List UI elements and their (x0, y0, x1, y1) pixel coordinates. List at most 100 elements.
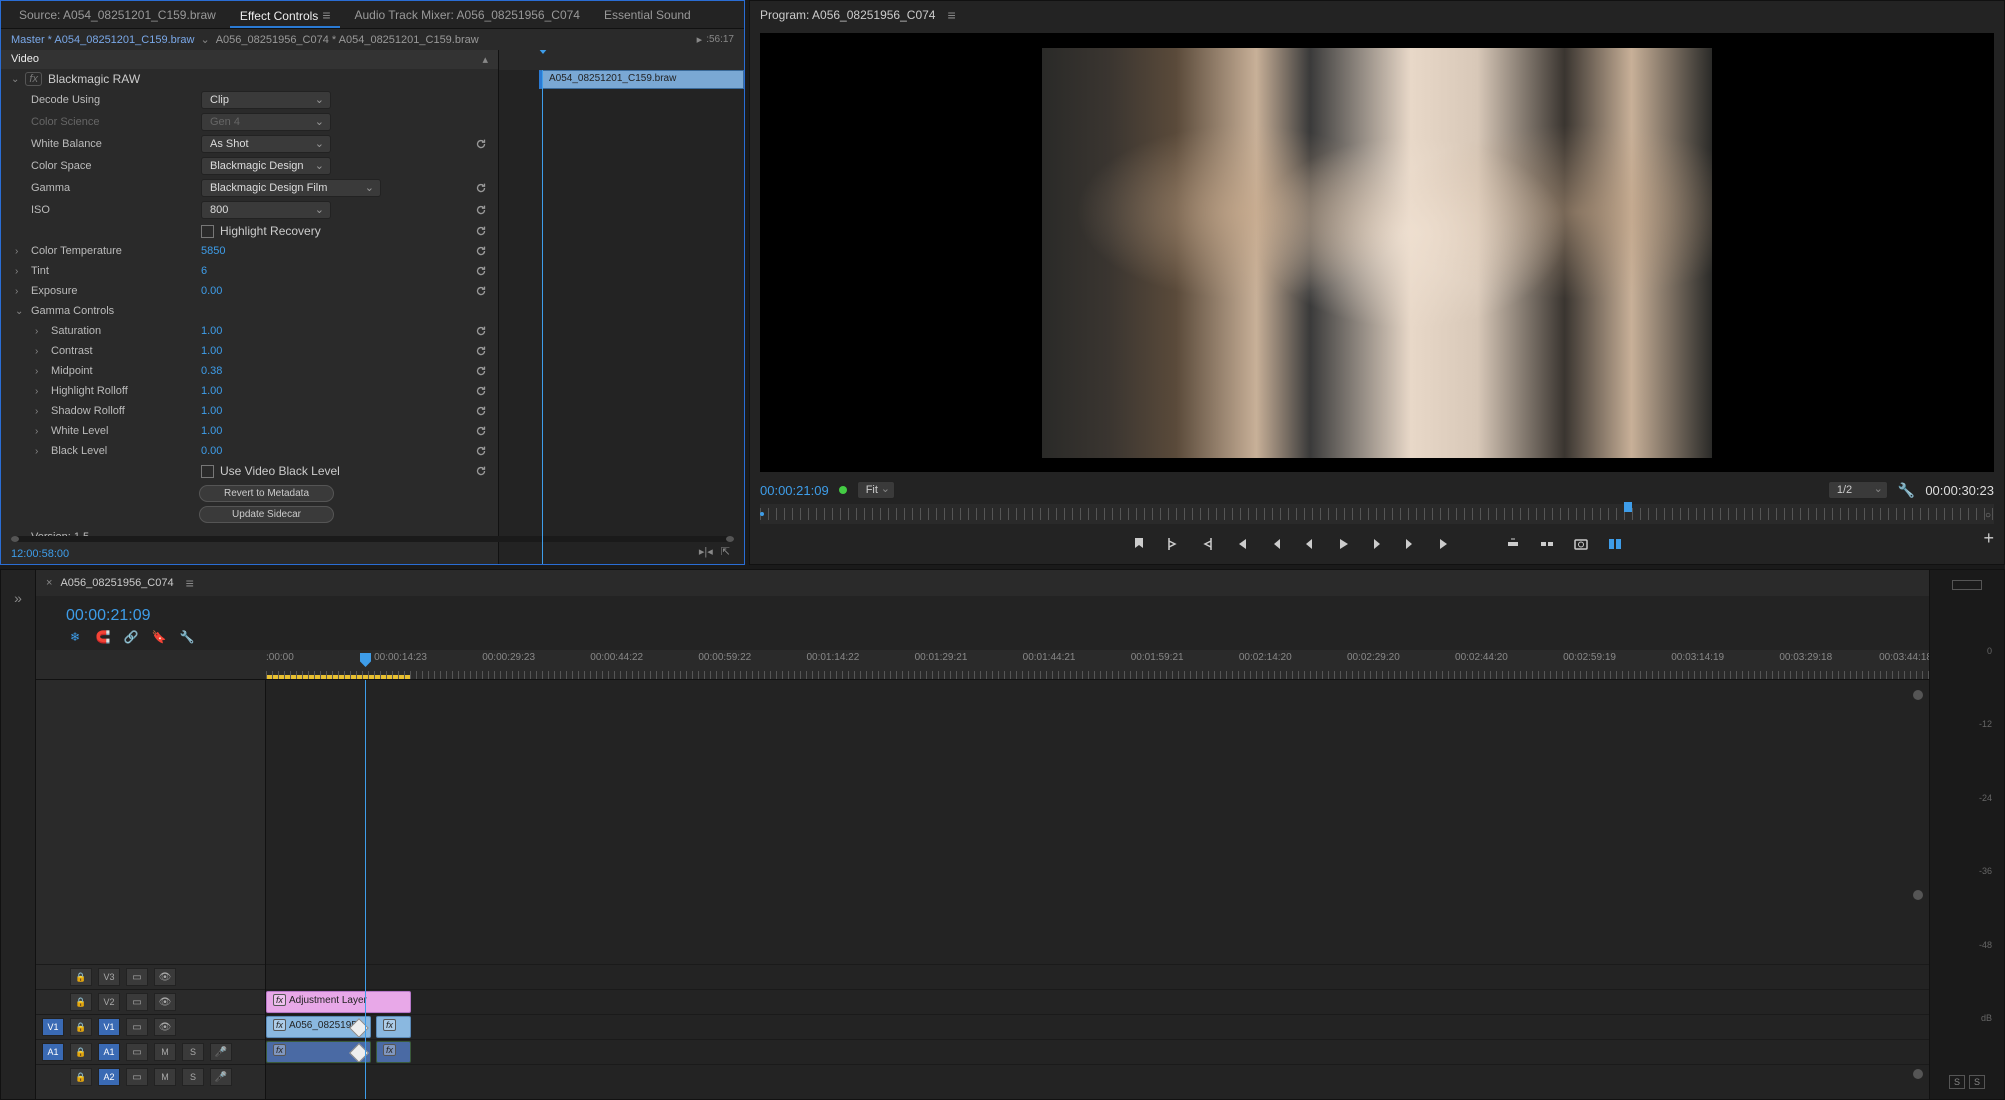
panel-menu-icon[interactable]: ≡ (186, 575, 194, 591)
extract-button[interactable] (1537, 534, 1557, 554)
master-path[interactable]: Master * A054_08251201_C159.braw (11, 34, 194, 46)
clip-audio[interactable]: fx (266, 1041, 371, 1063)
tab-audio-mixer[interactable]: Audio Track Mixer: A056_08251956_C074 (344, 4, 590, 26)
panel-menu-icon[interactable]: ≡ (322, 7, 330, 23)
track-header-a2[interactable]: 🔒 A2 ▭ M S 🎤 (36, 1064, 265, 1089)
pin-icon[interactable]: ⇱ (721, 545, 730, 558)
color-space-dropdown[interactable]: Blackmagic Design (201, 157, 331, 175)
reset-button[interactable] (474, 464, 488, 478)
mute-button[interactable]: M (154, 1043, 176, 1061)
source-v1-button[interactable]: V1 (42, 1018, 64, 1036)
mute-button[interactable]: M (154, 1068, 176, 1086)
mark-out-button[interactable] (1197, 534, 1217, 554)
effect-clip-strip[interactable]: A054_08251201_C159.braw (539, 70, 744, 89)
snap-icon[interactable]: 🧲 (94, 628, 112, 646)
scrubber-end-icon[interactable]: ○ (1985, 510, 1991, 521)
track-header-v3[interactable]: 🔒 V3 ▭ 👁 (36, 964, 265, 989)
close-tab-icon[interactable]: × (46, 577, 52, 589)
track-v3-lane[interactable] (266, 964, 1929, 989)
clip-video[interactable]: fxA056_08251956 (266, 1016, 371, 1038)
track-a2-lane[interactable] (266, 1064, 1929, 1089)
step-fwd-button[interactable] (1401, 534, 1421, 554)
saturation-value[interactable]: 1.00 (201, 325, 488, 337)
highlight-recovery-checkbox[interactable] (201, 225, 214, 238)
param-gamma-controls[interactable]: ⌄ Gamma Controls (1, 301, 498, 321)
scroll-handle[interactable] (11, 536, 19, 542)
eye-icon[interactable]: 👁 (154, 968, 176, 986)
shadow-rolloff-value[interactable]: 1.00 (201, 405, 488, 417)
effect-playhead-icon[interactable] (539, 50, 547, 54)
track-header-v2[interactable]: 🔒 V2 ▭ 👁 (36, 989, 265, 1014)
twirl-icon[interactable]: ⌄ (15, 306, 23, 317)
solo-right-button[interactable]: S (1969, 1075, 1985, 1089)
reset-button[interactable] (474, 181, 488, 195)
solo-button[interactable]: S (182, 1043, 204, 1061)
expand-icon[interactable]: › (15, 246, 18, 257)
tint-value[interactable]: 6 (201, 265, 488, 277)
frame-back-button[interactable] (1299, 534, 1319, 554)
reset-button[interactable] (474, 224, 488, 238)
clip-adjustment-layer[interactable]: fxAdjustment Layer (266, 991, 411, 1013)
track-label[interactable]: A1 (98, 1043, 120, 1061)
collapse-icon[interactable]: ▴ (482, 53, 488, 66)
color-temp-value[interactable]: 5850 (201, 245, 488, 257)
sync-lock-icon[interactable]: ▭ (126, 968, 148, 986)
expand-icon[interactable]: › (35, 446, 38, 457)
contrast-value[interactable]: 1.00 (201, 345, 488, 357)
vscroll-handle[interactable] (1913, 690, 1923, 700)
lock-icon[interactable]: 🔒 (70, 1018, 92, 1036)
reset-button[interactable] (474, 344, 488, 358)
use-video-black-checkbox[interactable] (201, 465, 214, 478)
program-duration[interactable]: 00:00:30:23 (1925, 483, 1994, 498)
reset-button[interactable] (474, 384, 488, 398)
eye-icon[interactable]: 👁 (154, 1018, 176, 1036)
sync-lock-icon[interactable]: ▭ (126, 1068, 148, 1086)
zoom-fit-dropdown[interactable]: Fit (857, 481, 895, 499)
reset-button[interactable] (474, 203, 488, 217)
tab-source[interactable]: Source: A054_08251201_C159.braw (9, 4, 226, 26)
clip-audio-2[interactable]: fx (376, 1041, 411, 1063)
scrubber-start-icon[interactable] (760, 512, 764, 516)
resolution-dropdown[interactable]: 1/2 (1828, 481, 1888, 499)
midpoint-value[interactable]: 0.38 (201, 365, 488, 377)
panel-menu-icon[interactable]: ≡ (947, 7, 955, 23)
iso-dropdown[interactable]: 800 (201, 201, 331, 219)
lock-icon[interactable]: 🔒 (70, 968, 92, 986)
mark-in-button[interactable] (1163, 534, 1183, 554)
add-button[interactable]: + (1983, 528, 1994, 549)
reset-button[interactable] (474, 159, 488, 173)
eye-icon[interactable]: 👁 (154, 993, 176, 1011)
track-label[interactable]: V1 (98, 1018, 120, 1036)
program-title[interactable]: Program: A056_08251956_C074 (760, 8, 935, 22)
reset-button[interactable] (474, 444, 488, 458)
video-section-header[interactable]: Video ▴ (1, 50, 498, 69)
sync-lock-icon[interactable]: ▭ (126, 1043, 148, 1061)
chevron-down-icon[interactable]: ⌄ (200, 33, 209, 46)
scrubber-playhead-icon[interactable] (1624, 502, 1632, 512)
update-sidecar-button[interactable]: Update Sidecar (199, 506, 334, 523)
program-monitor[interactable] (760, 33, 1994, 472)
vscroll-handle[interactable] (1913, 890, 1923, 900)
sequence-tab[interactable]: × A056_08251956_C074 ≡ (36, 570, 1929, 596)
reset-button[interactable] (474, 364, 488, 378)
highlight-rolloff-value[interactable]: 1.00 (201, 385, 488, 397)
solo-button[interactable]: S (182, 1068, 204, 1086)
dropped-frame-indicator-icon[interactable] (839, 486, 847, 494)
track-content[interactable]: fxAdjustment Layer fxA056_08251956 fx fx… (266, 680, 1929, 1099)
reset-button[interactable] (474, 284, 488, 298)
track-v1-lane[interactable]: fxA056_08251956 fx (266, 1014, 1929, 1039)
lift-button[interactable] (1503, 534, 1523, 554)
expand-tools-icon[interactable]: » (14, 590, 22, 606)
reset-button[interactable] (474, 264, 488, 278)
exposure-value[interactable]: 0.00 (201, 285, 488, 297)
solo-left-button[interactable]: S (1949, 1075, 1965, 1089)
expand-icon[interactable]: › (35, 386, 38, 397)
source-a1-button[interactable]: A1 (42, 1043, 64, 1061)
revert-metadata-button[interactable]: Revert to Metadata (199, 485, 334, 502)
track-header-v1[interactable]: V1 🔒 V1 ▭ 👁 (36, 1014, 265, 1039)
reset-button[interactable] (474, 404, 488, 418)
nest-toggle-icon[interactable]: ❄ (66, 628, 84, 646)
reset-button[interactable] (474, 244, 488, 258)
voiceover-icon[interactable]: 🎤 (210, 1043, 232, 1061)
add-marker-button[interactable] (1129, 534, 1149, 554)
